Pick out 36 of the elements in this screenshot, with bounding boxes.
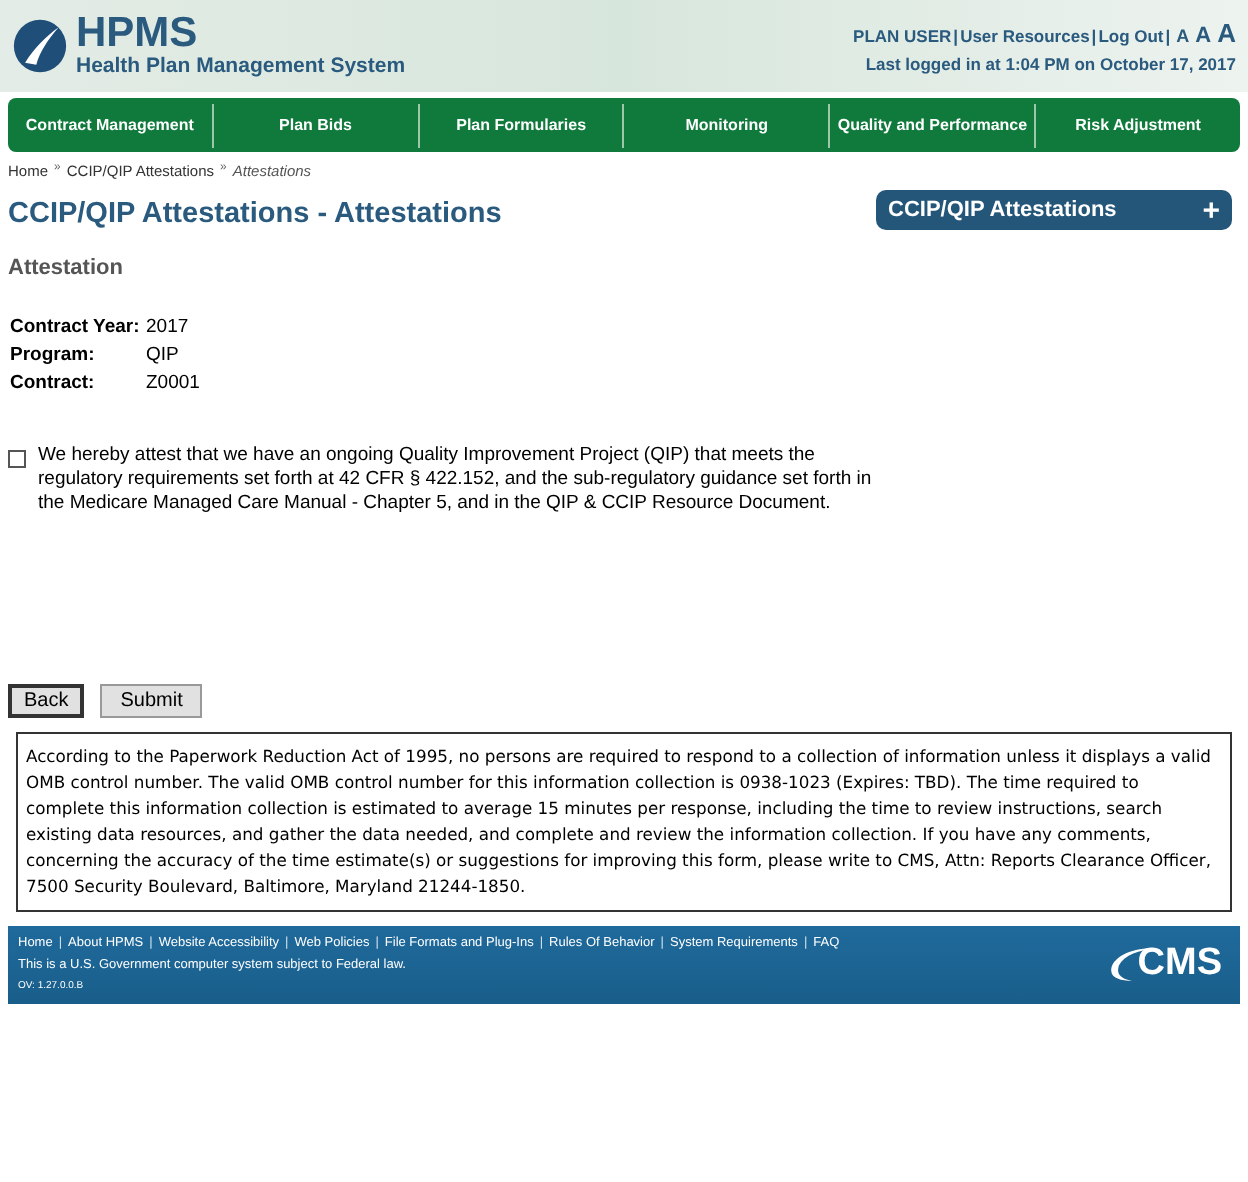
separator: |: [1091, 26, 1097, 46]
nav-tab[interactable]: Contract Management: [8, 103, 212, 147]
logo-title: HPMS: [76, 14, 200, 54]
nav-tab[interactable]: Quality and Performance: [828, 103, 1035, 147]
paperwork-notice: According to the Paperwork Reduction Act of 1995, no persons are required to respond to a collection of information unless it displays a valid OMB control number. The valid OMB control number for this information collection is 0938-1023 (Expires: TBD). The time required to complete this information collection is estimated to average 15 minutes per response, including the time to review instructions, search existing data resources, and gather the data needed, and complete and review the information collection. If you have any comments, concerning the accuracy of the time estimate(s) or suggestions for improving this form, please write to CMS, Attn: Reports Clearance Officer, 7500 Security Boulevard, Baltimore, Maryland 21244-1850.: [16, 732, 1232, 912]
header-link[interactable]: User Resources: [960, 26, 1090, 46]
field-value: Z0001: [146, 372, 202, 394]
field-label: Contract Year:: [10, 316, 142, 338]
cms-logo-text: CMS: [1137, 942, 1222, 986]
logo-subtitle: Health Plan Management System: [76, 54, 406, 78]
logo-swoosh-icon: [12, 18, 68, 74]
nav-tab[interactable]: Plan Bids: [211, 103, 418, 147]
header-link[interactable]: PLAN USER: [853, 26, 952, 46]
font-size-link[interactable]: A: [1217, 18, 1236, 48]
font-size-link[interactable]: A: [1195, 24, 1212, 48]
attestation-text: We hereby attest that we have an ongoing Quality Improvement Project (QIP) that meets the regulatory requirements set forth at 42 CFR § 422.152, and the sub-regulatory guidance set forth in the Medicare Managed Care Manual - Chapter 5, and in the QIP & CCIP Resource Document.: [38, 444, 874, 516]
font-size-link[interactable]: A: [1176, 26, 1190, 46]
section-title: Attestation: [8, 256, 125, 280]
field-value: 2017: [146, 316, 191, 338]
header-link[interactable]: Log Out: [1098, 26, 1164, 46]
nav-tab[interactable]: Plan Formularies: [417, 103, 623, 147]
nav-tab[interactable]: Risk Adjustment: [1034, 103, 1240, 147]
last-login-text: Last logged in at 1:04 PM on October 17, 2017: [863, 54, 1236, 74]
panel-title: CCIP/QIP Attestations: [888, 198, 1117, 222]
expand-toggle[interactable]: +: [1202, 193, 1220, 227]
field-label: Contract:: [10, 372, 97, 394]
separator: |: [1165, 26, 1171, 46]
form-button[interactable]: Submit: [100, 684, 203, 718]
form-button[interactable]: Back: [8, 684, 85, 718]
nav-tab[interactable]: Monitoring: [622, 103, 829, 147]
page-title: CCIP/QIP Attestations - Attestations: [8, 198, 502, 230]
attestation-checkbox[interactable]: [8, 450, 26, 468]
side-panel-header[interactable]: CCIP/QIP Attestations +: [876, 190, 1232, 230]
separator: |: [953, 26, 959, 46]
field-label: Program:: [10, 344, 97, 366]
field-value: QIP: [146, 344, 181, 366]
